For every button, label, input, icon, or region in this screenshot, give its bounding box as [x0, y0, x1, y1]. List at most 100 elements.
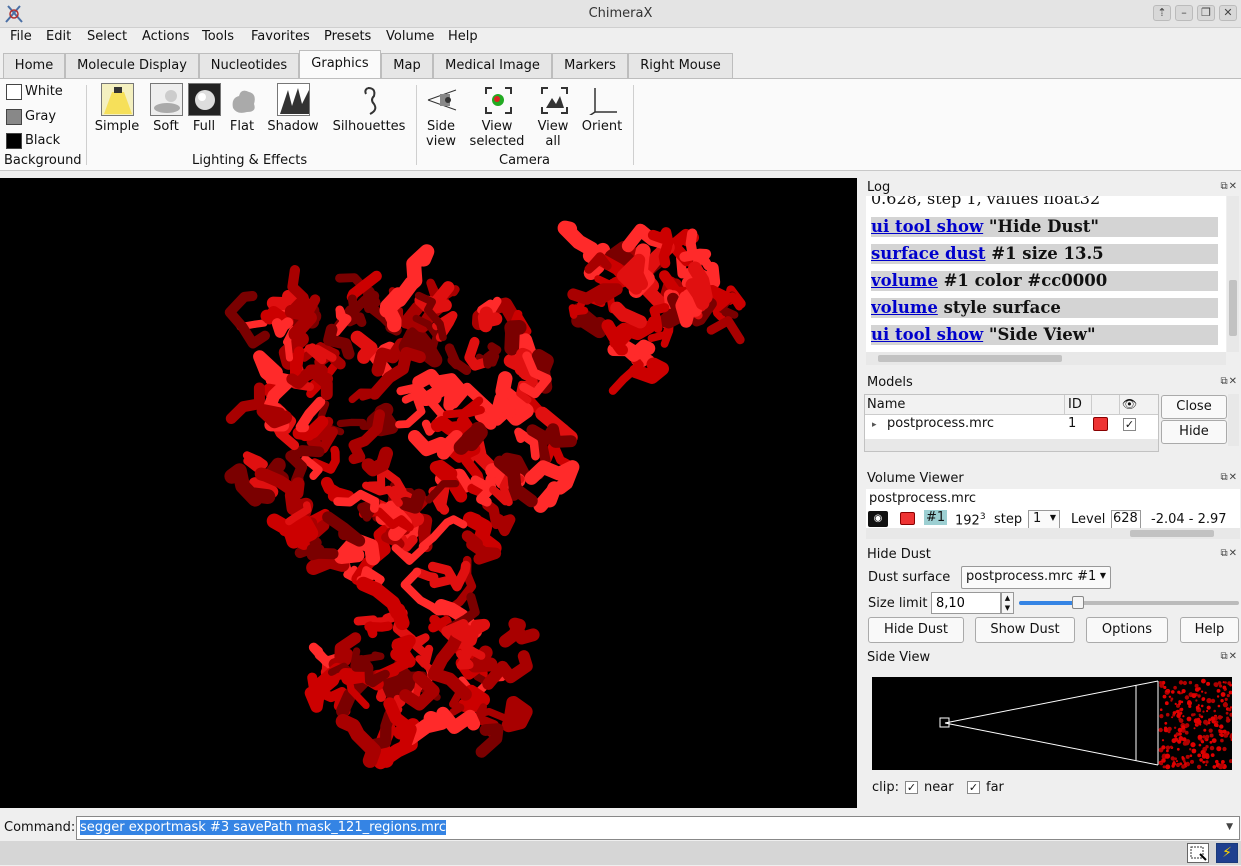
menu-help[interactable]: Help: [448, 29, 478, 44]
white-swatch-icon[interactable]: [6, 84, 22, 100]
lighting-soft-button[interactable]: Soft: [146, 83, 186, 134]
lighting-simple-button[interactable]: Simple: [94, 83, 140, 134]
log-panel-controls-icon[interactable]: ⧉✕: [1220, 181, 1238, 192]
selection-mode-icon[interactable]: [1187, 843, 1209, 863]
command-input[interactable]: segger exportmask #3 savePath mask_121_r…: [76, 816, 1240, 840]
log-command-link[interactable]: ui tool show: [871, 217, 983, 236]
volume-viewer-scrollbar[interactable]: [866, 528, 1240, 539]
menu-actions[interactable]: Actions: [142, 29, 190, 44]
side-density-dot: [1195, 705, 1200, 710]
options-button[interactable]: Options: [1086, 617, 1168, 643]
side-density-dot: [1173, 726, 1177, 729]
hide-dust-panel-controls-icon[interactable]: ⧉✕: [1220, 548, 1238, 559]
level-input[interactable]: 628: [1111, 510, 1141, 529]
help-button[interactable]: Help: [1180, 617, 1239, 643]
tab-molecule-display[interactable]: Molecule Display: [65, 53, 199, 78]
volume-color-swatch[interactable]: [900, 512, 915, 525]
log-scroll-thumb[interactable]: [1229, 280, 1237, 336]
maximize-up-icon[interactable]: ⇡: [1153, 5, 1171, 21]
background-gray-label[interactable]: Gray: [25, 109, 56, 124]
spin-up-icon[interactable]: ▲: [1005, 594, 1010, 602]
tab-map[interactable]: Map: [381, 53, 433, 78]
model-color-swatch[interactable]: [1093, 417, 1108, 431]
menu-edit[interactable]: Edit: [46, 29, 71, 44]
step-select[interactable]: 1 ▼: [1028, 510, 1060, 529]
background-white-label[interactable]: White: [25, 84, 63, 99]
col-id-header[interactable]: ID: [1068, 397, 1082, 412]
volume-viewer-scroll-thumb[interactable]: [1130, 530, 1214, 537]
history-dropdown-icon[interactable]: ▼: [1226, 822, 1233, 832]
side-view-button[interactable]: Side view: [422, 83, 460, 149]
tab-home[interactable]: Home: [3, 53, 65, 78]
log-command-link[interactable]: surface dust: [871, 244, 986, 263]
log-command-link[interactable]: volume: [871, 298, 938, 317]
background-black-label[interactable]: Black: [25, 133, 60, 148]
log-vertical-scrollbar[interactable]: [1227, 196, 1239, 352]
far-clip-checkbox[interactable]: ✓: [967, 781, 980, 794]
silhouettes-button[interactable]: Silhouettes: [330, 83, 408, 134]
side-view-canvas[interactable]: [872, 677, 1232, 770]
log-command-link[interactable]: volume: [871, 271, 938, 290]
menu-volume[interactable]: Volume: [386, 29, 434, 44]
side-density-dot: [1168, 695, 1172, 698]
col-name-header[interactable]: Name: [867, 397, 905, 412]
log-line: ui tool show "Hide Dust": [871, 217, 1218, 237]
menu-file[interactable]: File: [10, 29, 32, 44]
size-slider-handle[interactable]: [1072, 596, 1085, 609]
minimize-icon[interactable]: –: [1175, 5, 1193, 21]
dust-surface-select[interactable]: postprocess.mrc #1 ▼: [961, 566, 1111, 589]
menu-presets[interactable]: Presets: [324, 29, 371, 44]
tab-graphics[interactable]: Graphics: [299, 50, 381, 78]
models-table[interactable]: Name ID 👁 ▸ postprocess.mrc 1 ✓: [864, 394, 1159, 452]
hide-dust-button[interactable]: Hide Dust: [868, 617, 964, 643]
lighting-flat-button[interactable]: Flat: [224, 83, 260, 134]
tab-right-mouse[interactable]: Right Mouse: [628, 53, 733, 78]
restore-icon[interactable]: ❐: [1197, 5, 1215, 21]
menu-tools[interactable]: Tools: [202, 29, 234, 44]
tab-medical-image[interactable]: Medical Image: [433, 53, 552, 78]
view-all-button[interactable]: View all: [534, 83, 572, 149]
tab-nucleotides[interactable]: Nucleotides: [199, 53, 299, 78]
close-window-icon[interactable]: ✕: [1219, 5, 1237, 21]
graphics-viewport[interactable]: [0, 178, 857, 808]
expand-arrow-icon[interactable]: ▸: [872, 420, 877, 430]
side-view-panel-controls-icon[interactable]: ⧉✕: [1220, 651, 1238, 662]
size-slider-track[interactable]: [1019, 601, 1239, 605]
log-horizontal-scrollbar[interactable]: [866, 352, 1226, 365]
lighting-shadow-button[interactable]: Shadow: [264, 83, 322, 134]
hide-model-button[interactable]: Hide: [1161, 420, 1227, 444]
menu-select[interactable]: Select: [87, 29, 127, 44]
black-swatch-icon[interactable]: [6, 133, 22, 149]
orient-button[interactable]: Orient: [578, 83, 626, 134]
lighting-full-button[interactable]: Full: [186, 83, 222, 134]
models-panel-controls-icon[interactable]: ⧉✕: [1220, 376, 1238, 387]
eye-icon[interactable]: 👁: [1122, 397, 1137, 411]
display-toggle-icon[interactable]: ◉: [868, 511, 888, 527]
models-horizontal-scrollbar[interactable]: [865, 439, 1158, 451]
side-density-dot: [1172, 711, 1177, 715]
size-limit-spinner[interactable]: ▲ ▼: [1001, 592, 1014, 614]
side-density-dot: [1197, 753, 1202, 758]
view-selected-button[interactable]: View selected: [466, 83, 528, 149]
side-density-dot: [1210, 716, 1216, 721]
near-clip-checkbox[interactable]: ✓: [905, 781, 918, 794]
log-command-link[interactable]: ui tool show: [871, 325, 983, 344]
model-shown-checkbox[interactable]: ✓: [1123, 418, 1136, 431]
spin-down-icon[interactable]: ▼: [1005, 604, 1010, 612]
side-density-dot: [1181, 756, 1184, 759]
menu-favorites[interactable]: Favorites: [251, 29, 310, 44]
model-name[interactable]: postprocess.mrc: [887, 416, 994, 431]
close-model-button[interactable]: Close: [1161, 395, 1227, 419]
show-dust-button[interactable]: Show Dust: [975, 617, 1075, 643]
tab-markers[interactable]: Markers: [552, 53, 628, 78]
side-density-dot: [1222, 729, 1227, 734]
models-vertical-scrollbar[interactable]: [1228, 394, 1239, 446]
lightning-icon[interactable]: ⚡: [1216, 843, 1238, 863]
gray-swatch-icon[interactable]: [6, 109, 22, 125]
log-hscroll-thumb[interactable]: [878, 355, 1062, 362]
log-panel[interactable]: 0.628, step 1, values float32 ui tool sh…: [866, 196, 1226, 352]
log-command-args: "Side View": [983, 325, 1096, 344]
volume-viewer-panel-controls-icon[interactable]: ⧉✕: [1220, 472, 1238, 483]
volume-size: 1923: [955, 512, 986, 528]
size-limit-input[interactable]: [931, 592, 1001, 614]
